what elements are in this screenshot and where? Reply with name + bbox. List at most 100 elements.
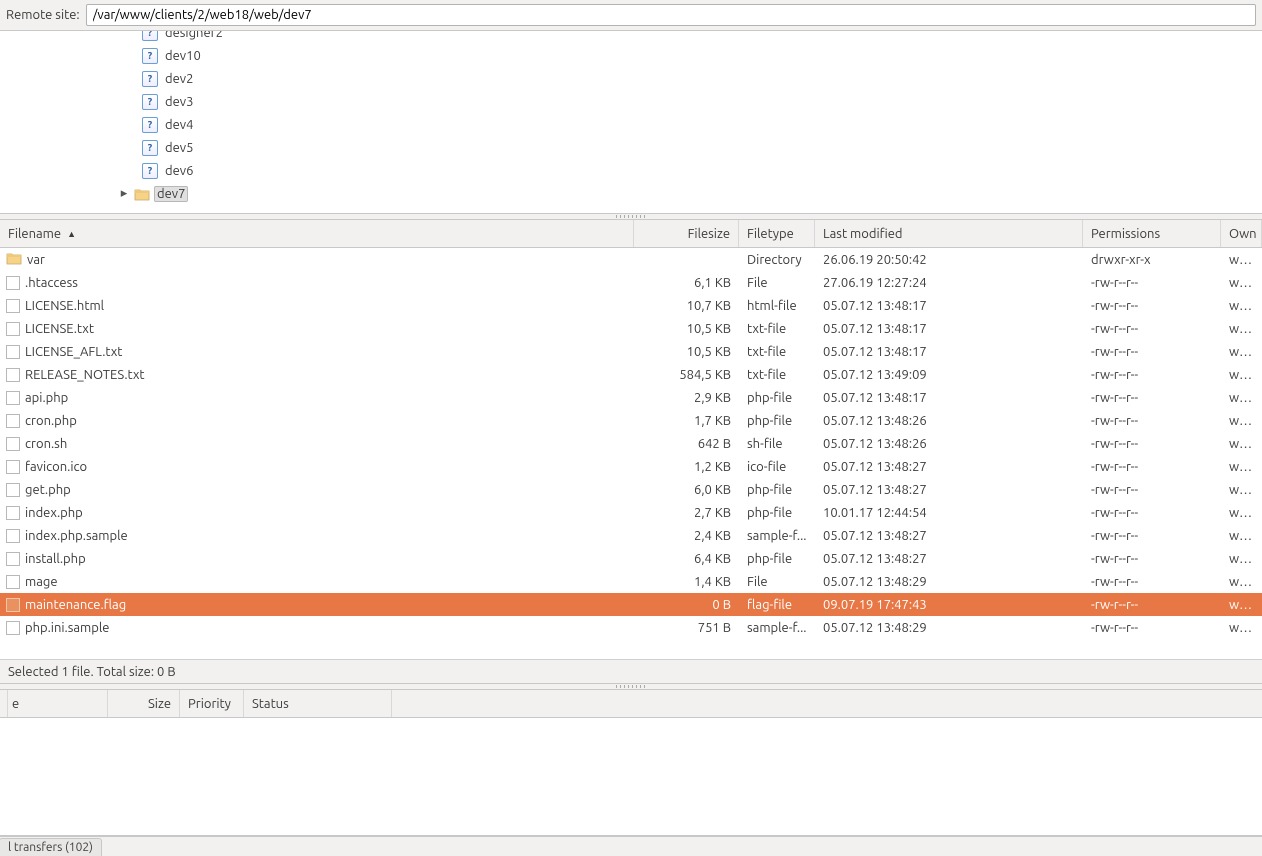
queue-column-size[interactable]: Size xyxy=(108,690,180,717)
tree-item-label: dev4 xyxy=(162,117,196,133)
cell-permissions: -rw-r--r-- xyxy=(1083,621,1221,635)
splitter-handle[interactable] xyxy=(0,214,1262,220)
tree-item-label: dev6 xyxy=(162,163,196,179)
splitter-handle-2[interactable] xyxy=(0,684,1262,690)
column-filesize[interactable]: Filesize xyxy=(634,220,739,247)
file-row[interactable]: index.php2,7 KBphp-file10.01.17 12:44:54… xyxy=(0,501,1262,524)
cell-filename: install.php xyxy=(0,552,634,566)
file-row[interactable]: cron.php1,7 KBphp-file05.07.12 13:48:26-… xyxy=(0,409,1262,432)
file-icon xyxy=(6,575,20,589)
cell-filename: api.php xyxy=(0,391,634,405)
cell-last-modified: 05.07.12 13:48:17 xyxy=(815,391,1083,405)
file-row[interactable]: RELEASE_NOTES.txt584,5 KBtxt-file05.07.1… xyxy=(0,363,1262,386)
cell-permissions: -rw-r--r-- xyxy=(1083,483,1221,497)
tree-item-dev2[interactable]: ?dev2 xyxy=(0,67,1262,90)
file-row[interactable]: get.php6,0 KBphp-file05.07.12 13:48:27-r… xyxy=(0,478,1262,501)
remote-path-input[interactable] xyxy=(86,4,1256,26)
file-icon xyxy=(6,437,20,451)
file-row[interactable]: LICENSE.html10,7 KBhtml-file05.07.12 13:… xyxy=(0,294,1262,317)
cell-filesize: 1,2 KB xyxy=(634,460,739,474)
cell-permissions: -rw-r--r-- xyxy=(1083,414,1221,428)
file-row[interactable]: varDirectory26.06.19 20:50:42drwxr-xr-xw… xyxy=(0,248,1262,271)
tree-item-dev6[interactable]: ?dev6 xyxy=(0,159,1262,182)
queue-column-status[interactable]: Status xyxy=(244,690,392,717)
cell-last-modified: 27.06.19 12:27:24 xyxy=(815,276,1083,290)
cell-owner: web1 xyxy=(1221,345,1262,359)
unknown-folder-icon: ? xyxy=(142,163,158,179)
unknown-folder-icon: ? xyxy=(142,140,158,156)
bottom-tab-bar: l transfers (102) xyxy=(0,836,1262,856)
cell-last-modified: 05.07.12 13:48:27 xyxy=(815,529,1083,543)
unknown-folder-icon: ? xyxy=(142,31,158,41)
cell-filesize: 10,5 KB xyxy=(634,322,739,336)
cell-filesize: 10,5 KB xyxy=(634,345,739,359)
tree-item-dev5[interactable]: ?dev5 xyxy=(0,136,1262,159)
tree-item-dev7[interactable]: ▸dev7 xyxy=(0,182,1262,205)
file-row[interactable]: cron.sh642 Bsh-file05.07.12 13:48:26-rw-… xyxy=(0,432,1262,455)
cell-filetype: txt-file xyxy=(739,368,815,382)
cell-owner: web1 xyxy=(1221,391,1262,405)
file-row[interactable]: LICENSE.txt10,5 KBtxt-file05.07.12 13:48… xyxy=(0,317,1262,340)
tree-item-dev10[interactable]: ?dev10 xyxy=(0,44,1262,67)
cell-filetype: php-file xyxy=(739,391,815,405)
selection-status: Selected 1 file. Total size: 0 B xyxy=(0,659,1262,683)
file-row[interactable]: maintenance.flag0 Bflag-file09.07.19 17:… xyxy=(0,593,1262,616)
tree-item-dev3[interactable]: ?dev3 xyxy=(0,90,1262,113)
cell-owner: web1 xyxy=(1221,552,1262,566)
file-row[interactable]: index.php.sample2,4 KBsample-f...05.07.1… xyxy=(0,524,1262,547)
file-row[interactable]: favicon.ico1,2 KBico-file05.07.12 13:48:… xyxy=(0,455,1262,478)
file-row[interactable]: .htaccess6,1 KBFile27.06.19 12:27:24-rw-… xyxy=(0,271,1262,294)
queue-body[interactable] xyxy=(0,718,1262,835)
queue-column-priority[interactable]: Priority xyxy=(180,690,244,717)
cell-filename: cron.php xyxy=(0,414,634,428)
cell-filetype: php-file xyxy=(739,483,815,497)
tree-item-label: designer2 xyxy=(162,31,226,41)
file-row[interactable]: LICENSE_AFL.txt10,5 KBtxt-file05.07.12 1… xyxy=(0,340,1262,363)
cell-filesize: 10,7 KB xyxy=(634,299,739,313)
tab-transfers[interactable]: l transfers (102) xyxy=(0,838,102,856)
tree-item-dev4[interactable]: ?dev4 xyxy=(0,113,1262,136)
expand-arrow-icon[interactable]: ▸ xyxy=(118,186,130,201)
file-row[interactable]: install.php6,4 KBphp-file05.07.12 13:48:… xyxy=(0,547,1262,570)
tree-item-designer2[interactable]: ? designer2 xyxy=(0,31,1262,44)
column-filename[interactable]: Filename ▲ xyxy=(0,220,634,247)
cell-permissions: -rw-r--r-- xyxy=(1083,575,1221,589)
cell-filesize: 6,4 KB xyxy=(634,552,739,566)
column-owner[interactable]: Own xyxy=(1221,220,1262,247)
cell-owner: web1 xyxy=(1221,483,1262,497)
cell-owner: web1 xyxy=(1221,460,1262,474)
cell-filename: index.php xyxy=(0,506,634,520)
cell-filetype: php-file xyxy=(739,506,815,520)
cell-permissions: -rw-r--r-- xyxy=(1083,345,1221,359)
queue-column-spacer[interactable] xyxy=(0,690,8,717)
cell-filetype: File xyxy=(739,276,815,290)
file-icon xyxy=(6,368,20,382)
cell-owner: web1 xyxy=(1221,506,1262,520)
cell-last-modified: 05.07.12 13:49:09 xyxy=(815,368,1083,382)
column-last-modified[interactable]: Last modified xyxy=(815,220,1083,247)
cell-filename: get.php xyxy=(0,483,634,497)
cell-filesize: 584,5 KB xyxy=(634,368,739,382)
cell-filesize: 6,1 KB xyxy=(634,276,739,290)
sort-ascending-icon: ▲ xyxy=(67,229,76,239)
cell-filename: LICENSE.html xyxy=(0,299,634,313)
file-row[interactable]: mage1,4 KBFile05.07.12 13:48:29-rw-r--r-… xyxy=(0,570,1262,593)
cell-owner: web1 xyxy=(1221,414,1262,428)
remote-tree[interactable]: ?designer2?dev10?dev2?dev3?dev4?dev5?dev… xyxy=(0,31,1262,214)
cell-filetype: php-file xyxy=(739,552,815,566)
file-row[interactable]: api.php2,9 KBphp-file05.07.12 13:48:17-r… xyxy=(0,386,1262,409)
cell-filetype: sh-file xyxy=(739,437,815,451)
cell-owner: web1 xyxy=(1221,276,1262,290)
cell-filename: LICENSE.txt xyxy=(0,322,634,336)
cell-last-modified: 26.06.19 20:50:42 xyxy=(815,253,1083,267)
column-permissions[interactable]: Permissions xyxy=(1083,220,1221,247)
file-icon xyxy=(6,552,20,566)
file-icon xyxy=(6,276,20,290)
column-filetype[interactable]: Filetype xyxy=(739,220,815,247)
file-row[interactable]: php.ini.sample751 Bsample-f...05.07.12 1… xyxy=(0,616,1262,639)
tree-item-label: dev3 xyxy=(162,94,196,110)
queue-column-file[interactable]: e xyxy=(8,690,108,717)
cell-permissions: -rw-r--r-- xyxy=(1083,529,1221,543)
cell-filetype: File xyxy=(739,575,815,589)
cell-permissions: -rw-r--r-- xyxy=(1083,460,1221,474)
